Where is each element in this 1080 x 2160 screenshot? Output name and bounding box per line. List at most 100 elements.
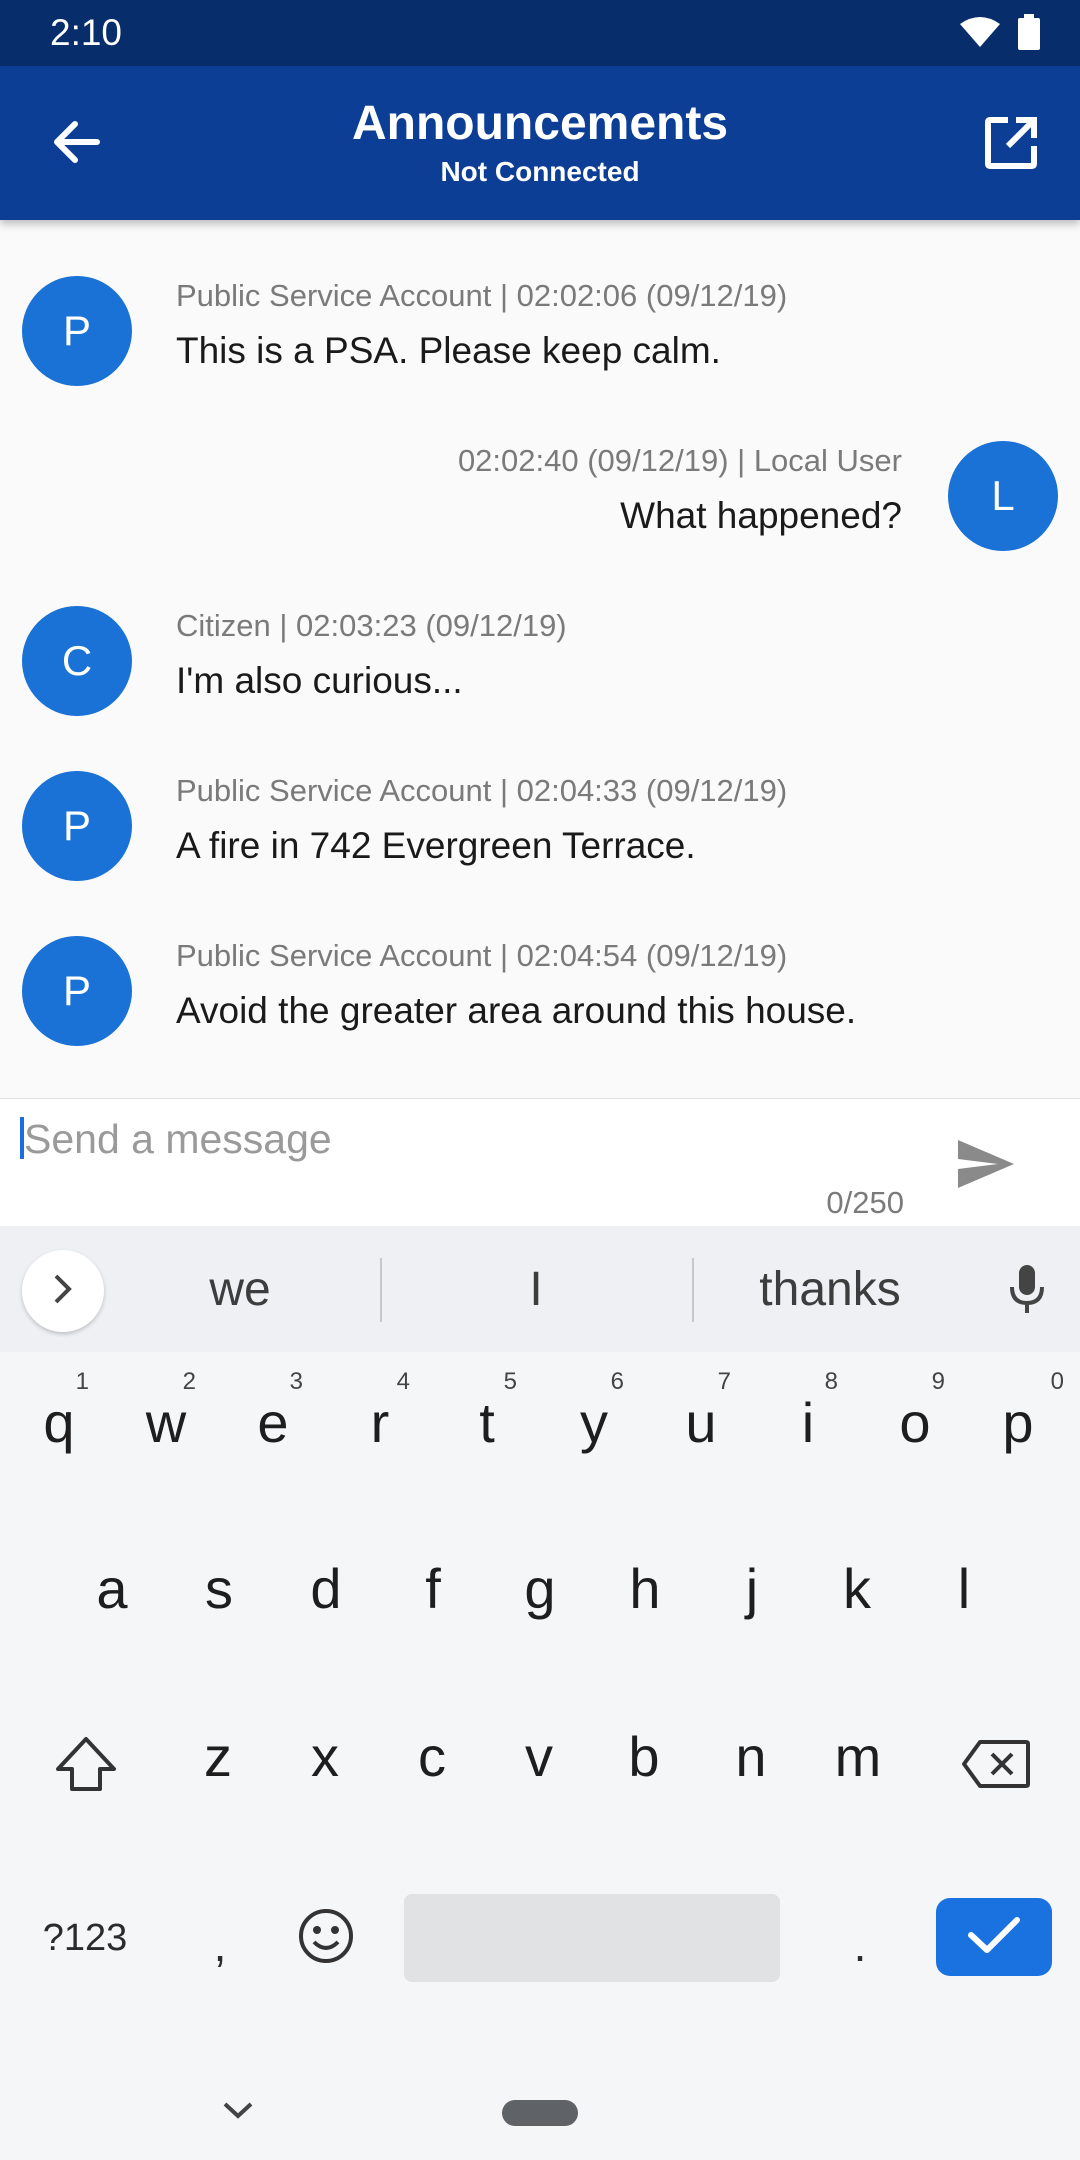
message-text: What happened? <box>620 495 902 536</box>
message-text: A fire in 742 Evergreen Terrace. <box>176 825 696 866</box>
message-meta: Citizen | 02:03:23 (09/12/19) <box>176 608 567 643</box>
key-g[interactable]: g <box>490 1528 590 1648</box>
key-t[interactable]: t5 <box>437 1362 537 1482</box>
suggestion-item[interactable]: we <box>140 1262 340 1317</box>
status-time: 2:10 <box>50 12 123 53</box>
symbols-key[interactable]: ?123 <box>20 1890 150 1986</box>
key-label: k <box>843 1556 871 1620</box>
keyboard: we I thanks q1 w2 e3 r4 t5 y6 u7 i8 o9 p… <box>0 1226 1080 2160</box>
key-j[interactable]: j <box>702 1528 802 1648</box>
key-r[interactable]: r4 <box>330 1362 430 1482</box>
key-i[interactable]: i8 <box>758 1362 858 1482</box>
key-f[interactable]: f <box>383 1528 483 1648</box>
open-in-new-icon <box>984 116 1038 175</box>
key-e[interactable]: e3 <box>223 1362 323 1482</box>
key-label: m <box>834 1724 882 1788</box>
key-m[interactable]: m <box>808 1696 908 1816</box>
message-input[interactable] <box>24 1111 884 1167</box>
key-label: h <box>629 1556 661 1620</box>
key-number-hint: 0 <box>1050 1368 1064 1395</box>
enter-key[interactable] <box>936 1898 1052 1976</box>
key-h[interactable]: h <box>595 1528 695 1648</box>
key-label: n <box>735 1724 767 1788</box>
key-label: i <box>801 1390 815 1454</box>
microphone-icon <box>1007 1263 1047 1320</box>
connection-status: Not Connected <box>440 156 640 187</box>
backspace-icon <box>960 1738 1032 1795</box>
key-d[interactable]: d <box>276 1528 376 1648</box>
key-s[interactable]: s <box>169 1528 269 1648</box>
key-x[interactable]: x <box>275 1696 375 1816</box>
key-label: z <box>204 1724 232 1788</box>
key-label: e <box>257 1390 289 1454</box>
key-label: q <box>43 1390 75 1454</box>
key-number-hint: 6 <box>610 1368 624 1395</box>
backspace-key[interactable] <box>940 1706 1052 1826</box>
expand-toolbar-button[interactable] <box>22 1250 104 1332</box>
key-number-hint: 9 <box>931 1368 945 1395</box>
key-number-hint: 8 <box>824 1368 838 1395</box>
key-c[interactable]: c <box>382 1696 482 1816</box>
key-label: v <box>525 1724 553 1788</box>
key-number-hint: 3 <box>289 1368 303 1395</box>
home-handle[interactable] <box>502 2100 578 2126</box>
app-bar: Announcements Not Connected <box>0 66 1080 220</box>
key-label: s <box>205 1556 233 1620</box>
key-v[interactable]: v <box>489 1696 589 1816</box>
key-label: b <box>628 1724 660 1788</box>
message-meta: Public Service Account | 02:02:06 (09/12… <box>176 278 788 313</box>
space-key[interactable] <box>404 1894 780 1982</box>
key-o[interactable]: o9 <box>865 1362 965 1482</box>
key-label: f <box>425 1556 441 1620</box>
message-composer: 0/250 <box>0 1098 1080 1226</box>
status-bar: 2:10 <box>0 0 1080 66</box>
key-n[interactable]: n <box>701 1696 801 1816</box>
key-number-hint: 4 <box>396 1368 410 1395</box>
avatar: P <box>22 276 132 386</box>
key-label: a <box>96 1556 128 1620</box>
chevron-down-icon <box>222 2100 254 2125</box>
page-title: Announcements <box>351 97 729 150</box>
key-a[interactable]: a <box>62 1528 162 1648</box>
battery-icon <box>1018 14 1040 55</box>
key-number-hint: 7 <box>717 1368 731 1395</box>
period-key[interactable]: . <box>810 1890 910 2000</box>
send-button[interactable] <box>954 1137 1018 1195</box>
message-meta: Public Service Account | 02:04:54 (09/12… <box>176 938 788 973</box>
suggestion-item[interactable]: thanks <box>730 1262 930 1317</box>
suggestion-item[interactable]: I <box>436 1262 636 1317</box>
character-counter: 0/250 <box>826 1185 904 1220</box>
hide-keyboard-button[interactable] <box>216 2090 260 2134</box>
shift-icon <box>54 1735 118 1798</box>
emoji-key[interactable] <box>276 1890 376 1986</box>
key-label: r <box>370 1390 390 1454</box>
navigation-bar <box>0 2060 1080 2160</box>
key-l[interactable]: l <box>914 1528 1014 1648</box>
key-label: u <box>685 1390 717 1454</box>
key-label: p <box>1002 1390 1034 1454</box>
key-w[interactable]: w2 <box>116 1362 216 1482</box>
message-item: L 02:02:40 (09/12/19) | Local User What … <box>0 385 1080 551</box>
key-y[interactable]: y6 <box>544 1362 644 1482</box>
microphone-button[interactable] <box>1002 1264 1052 1318</box>
send-icon <box>956 1138 1016 1195</box>
suggestion-bar: we I thanks <box>0 1226 1080 1352</box>
key-k[interactable]: k <box>807 1528 907 1648</box>
comma-key[interactable]: , <box>170 1890 270 2000</box>
open-external-button[interactable] <box>976 110 1046 180</box>
key-label: l <box>957 1556 971 1620</box>
shift-key[interactable] <box>30 1706 142 1826</box>
key-p[interactable]: p0 <box>968 1362 1068 1482</box>
key-z[interactable]: z <box>168 1696 268 1816</box>
key-label: y <box>580 1390 608 1454</box>
wifi-icon <box>960 16 1000 53</box>
message-list[interactable]: P Public Service Account | 02:02:06 (09/… <box>0 220 1080 1098</box>
key-b[interactable]: b <box>594 1696 694 1816</box>
divider <box>380 1258 382 1322</box>
message-item: P Public Service Account | 02:04:33 (09/… <box>0 715 1080 881</box>
key-label: d <box>310 1556 342 1620</box>
key-u[interactable]: u7 <box>651 1362 751 1482</box>
key-number-hint: 2 <box>182 1368 196 1395</box>
key-number-hint: 1 <box>75 1368 89 1395</box>
key-q[interactable]: q1 <box>9 1362 109 1482</box>
